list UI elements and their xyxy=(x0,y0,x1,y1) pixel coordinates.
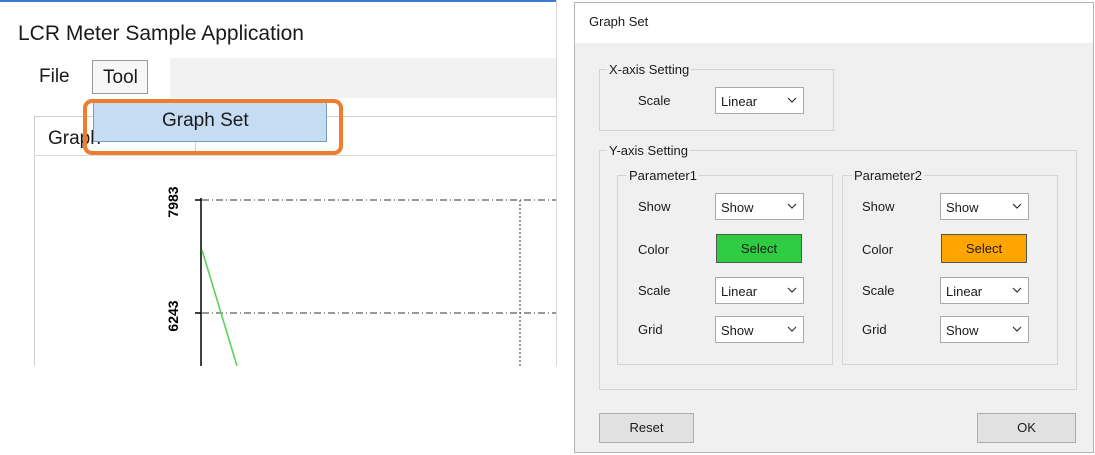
p2-scale-label: Scale xyxy=(862,283,895,298)
p2-scale-combo[interactable]: Linear xyxy=(940,277,1029,304)
dialog-title: Graph Set xyxy=(589,14,649,29)
x-scale-combo[interactable]: Linear xyxy=(715,87,804,114)
callout-highlight xyxy=(83,99,343,155)
p1-scale-combo[interactable]: Linear xyxy=(715,277,804,304)
chevron-down-icon xyxy=(1012,203,1022,209)
p1-grid-label: Grid xyxy=(638,322,663,337)
chevron-down-icon xyxy=(787,97,797,103)
parameter2-label: Parameter2 xyxy=(852,168,924,183)
p1-color-label: Color xyxy=(638,242,670,257)
chevron-down-icon xyxy=(787,326,797,332)
p1-scale-value: Linear xyxy=(721,284,758,299)
p1-show-combo[interactable]: Show xyxy=(715,193,804,220)
p2-show-label: Show xyxy=(862,199,895,214)
y-tick-label-2: 6243 xyxy=(165,300,181,331)
parameter1-label: Parameter1 xyxy=(627,168,699,183)
p2-grid-combo[interactable]: Show xyxy=(940,316,1029,343)
p2-grid-label: Grid xyxy=(862,322,887,337)
x-scale-label: Scale xyxy=(638,93,671,108)
p1-grid-value: Show xyxy=(721,323,754,338)
dialog-titlebar xyxy=(575,3,1093,43)
p2-scale-value: Linear xyxy=(946,284,983,299)
p1-scale-label: Scale xyxy=(638,283,671,298)
y-tick-label-1: 7983 xyxy=(165,186,181,217)
app-window: LCR Meter Sample Application File Tool G… xyxy=(0,0,557,366)
p1-show-label: Show xyxy=(638,199,671,214)
chevron-down-icon xyxy=(1012,287,1022,293)
p1-show-value: Show xyxy=(721,200,754,215)
p2-color-label: Color xyxy=(862,242,894,257)
ok-button[interactable]: OK xyxy=(977,413,1076,443)
x-scale-value: Linear xyxy=(721,94,758,109)
chevron-down-icon xyxy=(787,203,797,209)
p2-show-combo[interactable]: Show xyxy=(940,193,1029,220)
p1-color-select-button[interactable]: Select xyxy=(716,234,802,263)
y-axis-group-label: Y-axis Setting xyxy=(607,143,691,158)
p2-grid-value: Show xyxy=(946,323,979,338)
chevron-down-icon xyxy=(1012,326,1022,332)
reset-button[interactable]: Reset xyxy=(599,413,694,443)
x-axis-group-label: X-axis Setting xyxy=(607,62,692,77)
p2-color-select-button[interactable]: Select xyxy=(941,234,1027,263)
graph-chart: 7983 6243 xyxy=(165,186,556,366)
p2-show-value: Show xyxy=(946,200,979,215)
series-line xyxy=(201,249,238,366)
chevron-down-icon xyxy=(787,287,797,293)
p1-grid-combo[interactable]: Show xyxy=(715,316,804,343)
